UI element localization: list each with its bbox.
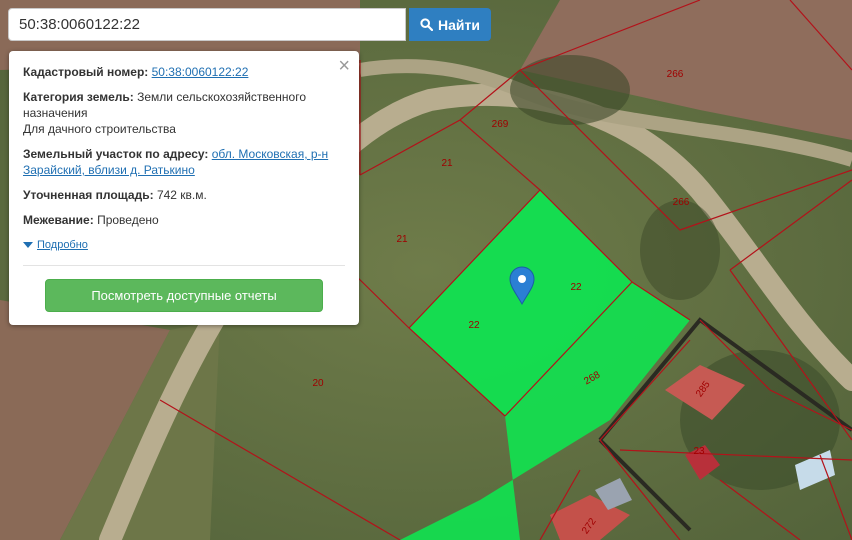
land-category-label: Категория земель:: [23, 90, 134, 104]
address-row: Земельный участок по адресу: обл. Москов…: [23, 146, 345, 178]
address-label: Земельный участок по адресу:: [23, 147, 209, 161]
parcel-label: 269: [492, 119, 509, 130]
area-value: 742 кв.м.: [156, 188, 207, 202]
view-reports-button[interactable]: Посмотреть доступные отчеты: [45, 279, 323, 312]
area-row: Уточненная площадь: 742 кв.м.: [23, 187, 345, 203]
search-bar: Найти: [8, 8, 491, 41]
land-use-value: Для дачного строительства: [23, 122, 176, 136]
parcel-label: 22: [468, 320, 480, 331]
land-category-row: Категория земель: Земли сельскохозяйстве…: [23, 89, 345, 137]
parcel-label: 266: [667, 69, 684, 80]
details-link[interactable]: Подробно: [37, 237, 88, 253]
cadastral-number-row: Кадастровый номер: 50:38:0060122:22: [23, 64, 345, 80]
cadastral-number-label: Кадастровый номер:: [23, 65, 149, 79]
parcel-label: 20: [312, 378, 324, 389]
search-input[interactable]: [8, 8, 406, 41]
parcel-label: 266: [673, 197, 690, 208]
details-toggle[interactable]: Подробно: [23, 237, 345, 253]
parcel-info-popup: × Кадастровый номер: 50:38:0060122:22 Ка…: [9, 51, 359, 325]
close-icon[interactable]: ×: [338, 56, 350, 76]
parcel-label: 21: [441, 158, 453, 169]
survey-row: Межевание: Проведено: [23, 212, 345, 228]
search-button[interactable]: Найти: [409, 8, 491, 41]
divider: [23, 265, 345, 266]
parcel-label: 22: [570, 282, 582, 293]
search-button-label: Найти: [438, 16, 480, 33]
parcel-label: 21: [396, 234, 408, 245]
area-label: Уточненная площадь:: [23, 188, 154, 202]
caret-down-icon: [23, 241, 33, 248]
cadastral-number-link[interactable]: 50:38:0060122:22: [152, 65, 249, 79]
survey-value: Проведено: [97, 213, 159, 227]
search-icon: [420, 18, 434, 31]
parcel-label: 23: [693, 446, 705, 457]
survey-label: Межевание:: [23, 213, 94, 227]
